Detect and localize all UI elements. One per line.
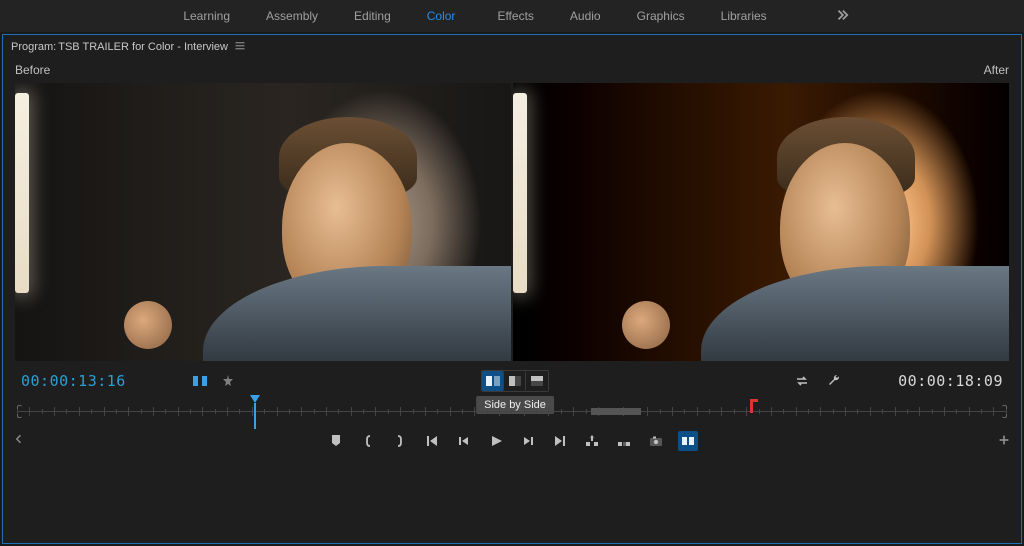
tab-libraries[interactable]: Libraries [703, 0, 785, 32]
mark-in-icon[interactable] [358, 431, 378, 451]
workspace-tabs: Learning Assembly Editing Color Effects … [165, 0, 784, 32]
panel-title: TSB TRAILER for Color - Interview [58, 41, 228, 53]
mini-timeline[interactable] [17, 395, 1007, 427]
playhead-icon[interactable] [250, 395, 260, 403]
go-to-in-icon[interactable] [422, 431, 442, 451]
tab-effects[interactable]: Effects [479, 0, 551, 32]
panel-menu-icon[interactable] [234, 40, 246, 55]
comparison-layout-group [481, 370, 549, 392]
export-frame-icon[interactable] [646, 431, 666, 451]
workspace-overflow-button[interactable] [825, 8, 859, 25]
before-label: Before [15, 63, 50, 77]
before-frame[interactable] [15, 83, 511, 361]
plus-icon[interactable] [997, 433, 1011, 450]
workspace-bar: Learning Assembly Editing Color Effects … [0, 0, 1024, 32]
comparison-view-icon[interactable] [678, 431, 698, 451]
timeline-gap [591, 408, 641, 415]
panel-header[interactable]: Program: TSB TRAILER for Color - Intervi… [3, 35, 1021, 59]
settings-wrench-icon[interactable] [823, 371, 845, 391]
extract-icon[interactable] [614, 431, 634, 451]
step-forward-icon[interactable] [518, 431, 538, 451]
tab-color[interactable]: Color [409, 0, 480, 32]
program-monitor-panel: Program: TSB TRAILER for Color - Intervi… [2, 34, 1022, 544]
after-label: After [984, 63, 1009, 77]
after-frame[interactable] [513, 83, 1009, 361]
play-icon[interactable] [486, 431, 506, 451]
comparison-view [3, 77, 1021, 361]
go-to-out-icon[interactable] [550, 431, 570, 451]
side-by-side-icon[interactable] [482, 371, 504, 391]
transport-controls [3, 427, 1021, 455]
step-back-icon[interactable] [454, 431, 474, 451]
tab-learning[interactable]: Learning [165, 0, 248, 32]
timecode-duration[interactable]: 00:00:18:09 [863, 372, 1003, 390]
tab-assembly[interactable]: Assembly [248, 0, 336, 32]
mark-out-icon[interactable] [390, 431, 410, 451]
safe-margins-icon[interactable] [217, 371, 239, 391]
tab-editing[interactable]: Editing [336, 0, 409, 32]
compare-toggle-icon[interactable] [189, 371, 211, 391]
lift-icon[interactable] [582, 431, 602, 451]
chevron-left-icon[interactable] [13, 433, 25, 448]
split-vertical-icon[interactable] [504, 371, 526, 391]
panel-title-prefix: Program: [11, 41, 56, 53]
tab-graphics[interactable]: Graphics [619, 0, 703, 32]
in-point-marker[interactable] [750, 399, 758, 413]
timeline-ticks [17, 407, 1007, 416]
add-marker-icon[interactable] [326, 431, 346, 451]
timecode-current[interactable]: 00:00:13:16 [21, 372, 161, 390]
tab-audio[interactable]: Audio [552, 0, 619, 32]
monitor-controls-row: 00:00:13:16 Side by Side [3, 361, 1021, 395]
split-horizontal-icon[interactable] [526, 371, 548, 391]
compare-labels: Before After [3, 59, 1021, 77]
swap-icon[interactable] [791, 371, 813, 391]
